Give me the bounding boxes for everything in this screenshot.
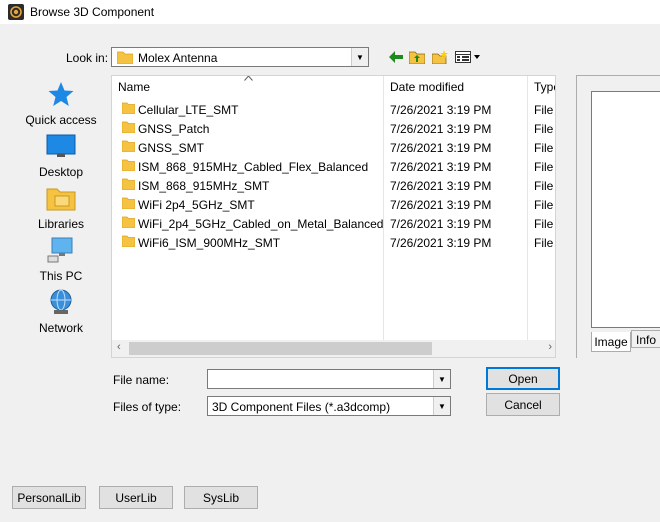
file-name: Cellular_LTE_SMT [138,103,239,117]
file-name-label: File name: [113,373,170,387]
folder-icon [122,178,135,190]
file-type: File fo [534,198,555,212]
scroll-left-icon[interactable]: ‹ [117,341,121,353]
back-button[interactable] [386,48,406,66]
file-date: 7/26/2021 3:19 PM [390,236,492,250]
window-title: Browse 3D Component [30,5,155,19]
column-header-type[interactable]: Type [534,76,555,98]
list-item[interactable]: WiFi 2p4_5GHz_SMT 7/26/2021 3:19 PM File… [112,195,555,214]
sys-lib-button[interactable]: SysLib [184,486,258,509]
chevron-down-icon[interactable]: ▼ [433,370,450,388]
file-name: WiFi 2p4_5GHz_SMT [138,198,255,212]
file-date: 7/26/2021 3:19 PM [390,103,492,117]
place-label: Quick access [25,113,97,127]
folder-icon [122,216,135,228]
list-item[interactable]: GNSS_SMT 7/26/2021 3:19 PM File fo [112,138,555,157]
place-libraries[interactable]: Libraries [17,184,105,231]
place-label: Network [38,321,83,335]
file-type-select[interactable]: 3D Component Files (*.a3dcomp) ▼ [207,396,451,416]
sort-up-icon [244,76,253,81]
list-item[interactable]: WiFi_2p4_5GHz_Cabled_on_Metal_Balanced 7… [112,214,555,233]
chevron-down-icon[interactable]: ▼ [351,48,368,66]
open-button[interactable]: Open [486,367,560,390]
folder-icon [122,159,135,171]
look-in-value: Molex Antenna [138,51,218,65]
list-item[interactable]: ISM_868_915MHz_Cabled_Flex_Balanced 7/26… [112,157,555,176]
folder-icon [122,121,135,133]
place-label: Libraries [37,217,85,231]
file-type: File fo [534,141,555,155]
new-folder-button[interactable] [430,48,450,66]
back-icon [389,51,403,63]
file-date: 7/26/2021 3:19 PM [390,122,492,136]
up-folder-button[interactable] [407,48,427,66]
title-bar: Browse 3D Component [0,0,660,24]
folder-icon [122,140,135,152]
network-icon [50,289,72,314]
cancel-button[interactable]: Cancel [486,393,560,416]
tab-image[interactable]: Image [591,332,631,352]
place-this-pc[interactable]: This PC [17,236,105,283]
file-type: File fo [534,236,555,250]
place-quick-access[interactable]: Quick access [17,80,105,127]
list-item[interactable]: Cellular_LTE_SMT 7/26/2021 3:19 PM File … [112,100,555,119]
preview-area [591,91,660,328]
file-type-label: Files of type: [113,400,182,414]
tab-info[interactable]: Info [631,330,660,348]
file-date: 7/26/2021 3:19 PM [390,141,492,155]
file-name: GNSS_Patch [138,122,210,136]
up-folder-icon [409,51,425,64]
place-label: Desktop [38,165,84,179]
file-name: ISM_868_915MHz_Cabled_Flex_Balanced [138,160,369,174]
folder-icon [122,197,135,209]
scrollbar-thumb[interactable] [129,342,432,355]
folder-icon [122,102,135,114]
file-name: WiFi_2p4_5GHz_Cabled_on_Metal_Balanced [138,217,384,231]
view-menu-icon [455,51,480,63]
view-menu-button[interactable] [454,48,482,66]
file-type: File fo [534,103,555,117]
place-desktop[interactable]: Desktop [17,132,105,179]
file-type-value: 3D Component Files (*.a3dcomp) [212,400,391,414]
file-type: File fo [534,122,555,136]
look-in-label: Look in: [66,51,109,65]
column-header-date[interactable]: Date modified [390,76,464,98]
file-type: File fo [534,217,555,231]
look-in-dropdown[interactable]: Molex Antenna ▼ [111,47,369,67]
column-header-name[interactable]: Name [118,76,150,98]
user-lib-button[interactable]: UserLib [99,486,173,509]
app-icon [8,4,24,20]
file-date: 7/26/2021 3:19 PM [390,198,492,212]
chevron-down-icon[interactable]: ▼ [433,397,450,415]
file-date: 7/26/2021 3:19 PM [390,160,492,174]
folder-icon [117,51,133,64]
file-name: ISM_868_915MHz_SMT [138,179,270,193]
horizontal-scrollbar[interactable]: ‹ › [112,340,555,357]
place-network[interactable]: Network [17,288,105,335]
file-list[interactable]: Name Date modified Type Cellular_LTE_SMT… [111,75,556,358]
desktop-icon [46,134,76,157]
place-label: This PC [39,269,83,283]
libraries-icon [46,188,76,211]
file-type: File fo [534,160,555,174]
file-name-input[interactable]: ▼ [207,369,451,389]
file-name: WiFi6_ISM_900MHz_SMT [138,236,281,250]
personal-lib-button[interactable]: PersonalLib [12,486,86,509]
new-folder-icon [432,50,448,64]
file-date: 7/26/2021 3:19 PM [390,179,492,193]
file-date: 7/26/2021 3:19 PM [390,217,492,231]
list-item[interactable]: ISM_868_915MHz_SMT 7/26/2021 3:19 PM Fil… [112,176,555,195]
this-pc-icon [47,237,73,263]
preview-panel: Image Info [576,75,660,358]
quick-access-icon [48,82,74,106]
scroll-right-icon[interactable]: › [548,341,552,353]
list-item[interactable]: WiFi6_ISM_900MHz_SMT 7/26/2021 3:19 PM F… [112,233,555,252]
file-type: File fo [534,179,555,193]
file-name: GNSS_SMT [138,141,205,155]
folder-icon [122,235,135,247]
list-item[interactable]: GNSS_Patch 7/26/2021 3:19 PM File fo [112,119,555,138]
